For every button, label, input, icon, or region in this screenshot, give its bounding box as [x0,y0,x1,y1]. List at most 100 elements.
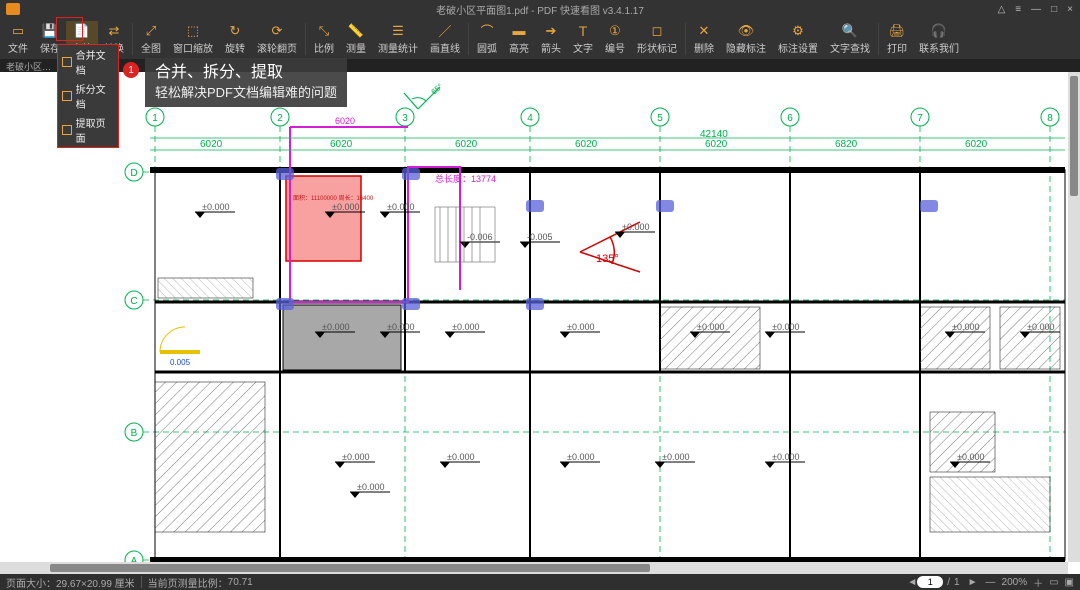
toolbar-全图[interactable]: ⤢全图 [135,21,167,57]
svg-text:±0.000: ±0.000 [567,322,594,332]
toolbar-联系我们[interactable]: 🎧联系我们 [913,21,965,57]
title-bar: 老破小区平面图1.pdf - PDF 快速看图 v3.4.1.17 △ ≡ — … [0,0,1080,18]
svg-text:±0.000: ±0.000 [447,452,474,462]
toolbar-打印[interactable]: 🖨打印 [881,21,913,57]
svg-text:6020: 6020 [965,139,988,150]
document-dropdown: 合并文档 拆分文档 提取页面 [57,44,119,148]
toolbar-icon: ☰ [389,23,407,39]
toolbar-测量统计[interactable]: ☰测量统计 [372,21,424,57]
toolbar-高亮[interactable]: ▬高亮 [503,21,535,57]
svg-text:±0.000: ±0.000 [387,322,414,332]
toolbar-形状标记[interactable]: ◻形状标记 [631,21,683,57]
svg-text:±0.000: ±0.000 [322,322,349,332]
zoom-in-button[interactable]: ＋ [1033,575,1043,590]
svg-text:±0.000: ±0.000 [332,202,359,212]
toolbar-标注设置[interactable]: ⚙标注设置 [772,21,824,57]
toolbar-icon: 🔍 [841,23,859,39]
toolbar-icon: ▭ [9,23,27,39]
svg-text:±0.000: ±0.000 [1027,322,1054,332]
toolbar-旋转[interactable]: ↻旋转 [219,21,251,57]
vertical-scrollbar[interactable] [1068,72,1080,562]
callout-subtitle: 轻松解决PDF文档编辑难的问题 [155,84,337,102]
svg-text:±0.000: ±0.000 [697,322,724,332]
main-toolbar: ▭文件💾保存📄文档⇄转换⤢全图⬚窗口缩放↻旋转⟳滚轮翻页⤡比例📏测量☰测量统计／… [0,18,1080,60]
svg-text:面积：11100000 周长：16400: 面积：11100000 周长：16400 [293,194,374,202]
svg-text:6020: 6020 [455,139,478,150]
horizontal-scrollbar[interactable] [0,562,1068,574]
svg-text:总长度：13774: 总长度：13774 [435,173,496,184]
callout-badge: 1 [123,62,139,78]
callout-title: 合并、拆分、提取 [155,62,337,84]
toolbar-删除[interactable]: ✕删除 [688,21,720,57]
toolbar-icon: ⬚ [184,23,202,39]
toolbar-文件[interactable]: ▭文件 [2,21,34,57]
svg-text:3: 3 [402,113,408,124]
svg-text:±0.000: ±0.000 [772,452,799,462]
svg-text:D: D [130,168,137,179]
svg-text:6820: 6820 [835,139,858,150]
svg-text:±0.000: ±0.000 [957,452,984,462]
toolbar-icon: 💾 [41,23,59,39]
toolbar-icon: ⚙ [789,23,807,39]
star-icon[interactable]: △ [995,4,1009,15]
svg-text:5: 5 [657,113,663,124]
svg-text:6020: 6020 [200,139,223,150]
maximize-button[interactable]: □ [1048,4,1060,15]
svg-text:C: C [130,296,137,307]
toolbar-icon: ⟳ [268,23,286,39]
fit-page-icon[interactable]: ▣ [1065,577,1074,588]
toolbar-画直线[interactable]: ／画直线 [424,21,466,57]
fit-width-icon[interactable]: ▭ [1049,577,1058,588]
drawing-canvas[interactable]: 12345678 DCBA 面积：1110000 [0,72,1080,574]
toolbar-icon: ↻ [226,23,244,39]
svg-text:±0.000: ±0.000 [387,202,414,212]
toolbar-icon: ◻ [648,23,666,39]
window-controls: △ ≡ — □ × [995,4,1076,15]
svg-text:65°: 65° [430,82,445,97]
svg-text:135°: 135° [596,253,619,265]
svg-text:-0.005: -0.005 [527,232,553,242]
toolbar-icon: 🎧 [930,23,948,39]
toolbar-文字[interactable]: Ｔ文字 [567,21,599,57]
menu-icon[interactable]: ≡ [1012,4,1024,15]
toolbar-测量[interactable]: 📏测量 [340,21,372,57]
svg-text:±0.000: ±0.000 [202,202,229,212]
svg-text:±0.000: ±0.000 [567,452,594,462]
toolbar-文字查找[interactable]: 🔍文字查找 [824,21,876,57]
toolbar-圆弧[interactable]: ⌒圆弧 [471,21,503,57]
toolbar-icon: ① [606,23,624,39]
toolbar-箭头[interactable]: ➔箭头 [535,21,567,57]
zoom-level: 200% [1002,577,1028,588]
svg-text:±0.000: ±0.000 [452,322,479,332]
svg-text:1: 1 [152,113,158,124]
zoom-out-button[interactable]: — [986,577,996,588]
scale-value: 70.71 [228,577,253,588]
svg-text:±0.000: ±0.000 [342,452,369,462]
dropdown-extract[interactable]: 提取页面 [58,113,118,147]
toolbar-隐藏标注[interactable]: 👁隐藏标注 [720,21,772,57]
page-next-icon[interactable]: ► [968,577,978,588]
svg-text:7: 7 [917,113,923,124]
window-title: 老破小区平面图1.pdf - PDF 快速看图 v3.4.1.17 [0,2,1080,17]
toolbar-滚轮翻页[interactable]: ⟳滚轮翻页 [251,21,303,57]
toolbar-icon: ➔ [542,23,560,39]
toolbar-编号[interactable]: ①编号 [599,21,631,57]
close-button[interactable]: × [1064,4,1076,15]
svg-text:2: 2 [277,113,283,124]
dropdown-merge[interactable]: 合并文档 [58,45,118,79]
svg-text:±0.000: ±0.000 [952,322,979,332]
document-tab[interactable]: 老破小区… [6,60,51,73]
page-prev-icon[interactable]: ◄ [907,577,917,588]
toolbar-icon: 👁 [737,23,755,39]
page-size-label: 页面大小： [6,575,56,590]
page-size-value: 29.67×20.99 厘米 [56,575,135,590]
toolbar-窗口缩放[interactable]: ⬚窗口缩放 [167,21,219,57]
svg-text:6: 6 [787,113,793,124]
svg-text:0.005: 0.005 [170,358,191,367]
page-input[interactable] [917,576,943,588]
dropdown-split[interactable]: 拆分文档 [58,79,118,113]
minimize-button[interactable]: — [1028,4,1044,15]
svg-text:4: 4 [527,113,533,124]
toolbar-比例[interactable]: ⤡比例 [308,21,340,57]
split-icon [62,91,72,101]
